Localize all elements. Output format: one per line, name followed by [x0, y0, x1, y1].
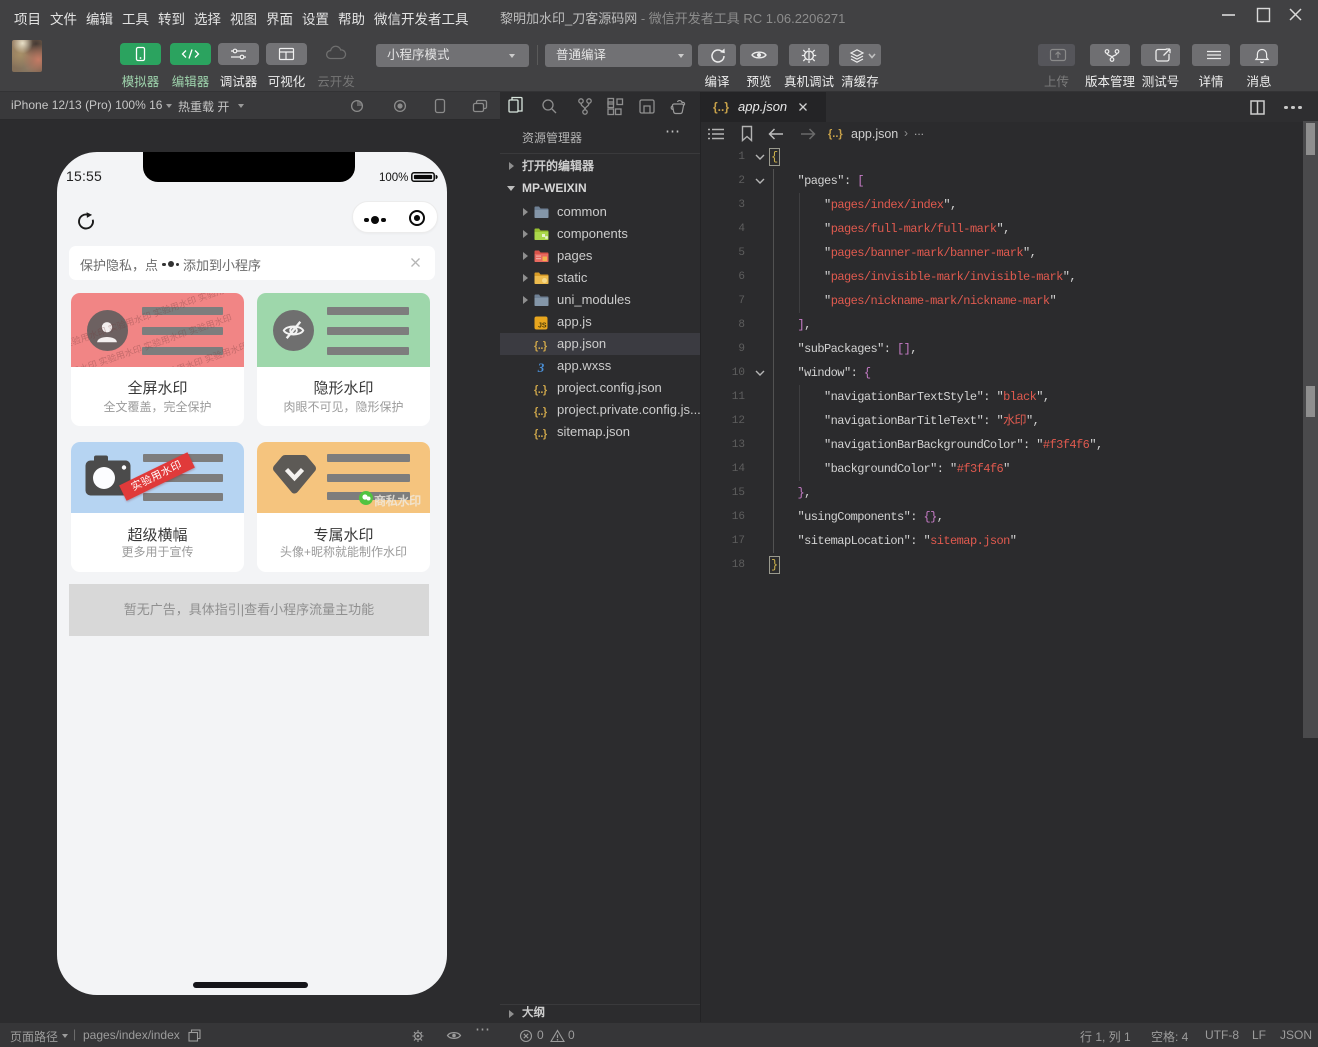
svg-text:JS: JS: [538, 322, 547, 329]
svg-text:3: 3: [537, 360, 545, 374]
